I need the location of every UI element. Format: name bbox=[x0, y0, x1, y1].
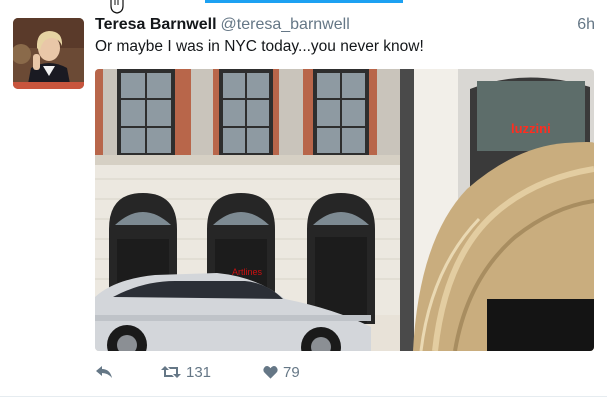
retweet-count: 131 bbox=[186, 363, 212, 381]
like-button[interactable]: 79 bbox=[263, 360, 343, 384]
like-count: 79 bbox=[283, 363, 300, 381]
storefront-sign-luzzini: luzzini bbox=[511, 121, 551, 136]
author-handle[interactable]: @teresa_barnwell bbox=[221, 16, 350, 33]
tweet-text: Or maybe I was in NYC today...you never … bbox=[95, 38, 424, 55]
active-tab-indicator bbox=[205, 0, 403, 3]
avatar[interactable] bbox=[13, 18, 84, 89]
storefront-sign-artlines: Artlines bbox=[232, 267, 263, 277]
mouse-cursor-icon bbox=[110, 0, 124, 14]
tweet-header: Teresa Barnwell @teresa_barnwell 6h bbox=[95, 16, 595, 36]
author-name[interactable]: Teresa Barnwell bbox=[95, 16, 217, 33]
tweet-timestamp[interactable]: 6h bbox=[577, 16, 595, 34]
reply-button[interactable] bbox=[95, 360, 161, 384]
heart-icon bbox=[263, 366, 278, 379]
tweet-actions: 131 79 bbox=[95, 360, 343, 384]
tweet-media-photo[interactable]: Artlines luzzini bbox=[95, 69, 594, 351]
retweet-button[interactable]: 131 bbox=[161, 360, 263, 384]
retweet-icon bbox=[161, 366, 181, 378]
reply-icon bbox=[96, 366, 112, 378]
tweet-divider bbox=[0, 396, 607, 397]
